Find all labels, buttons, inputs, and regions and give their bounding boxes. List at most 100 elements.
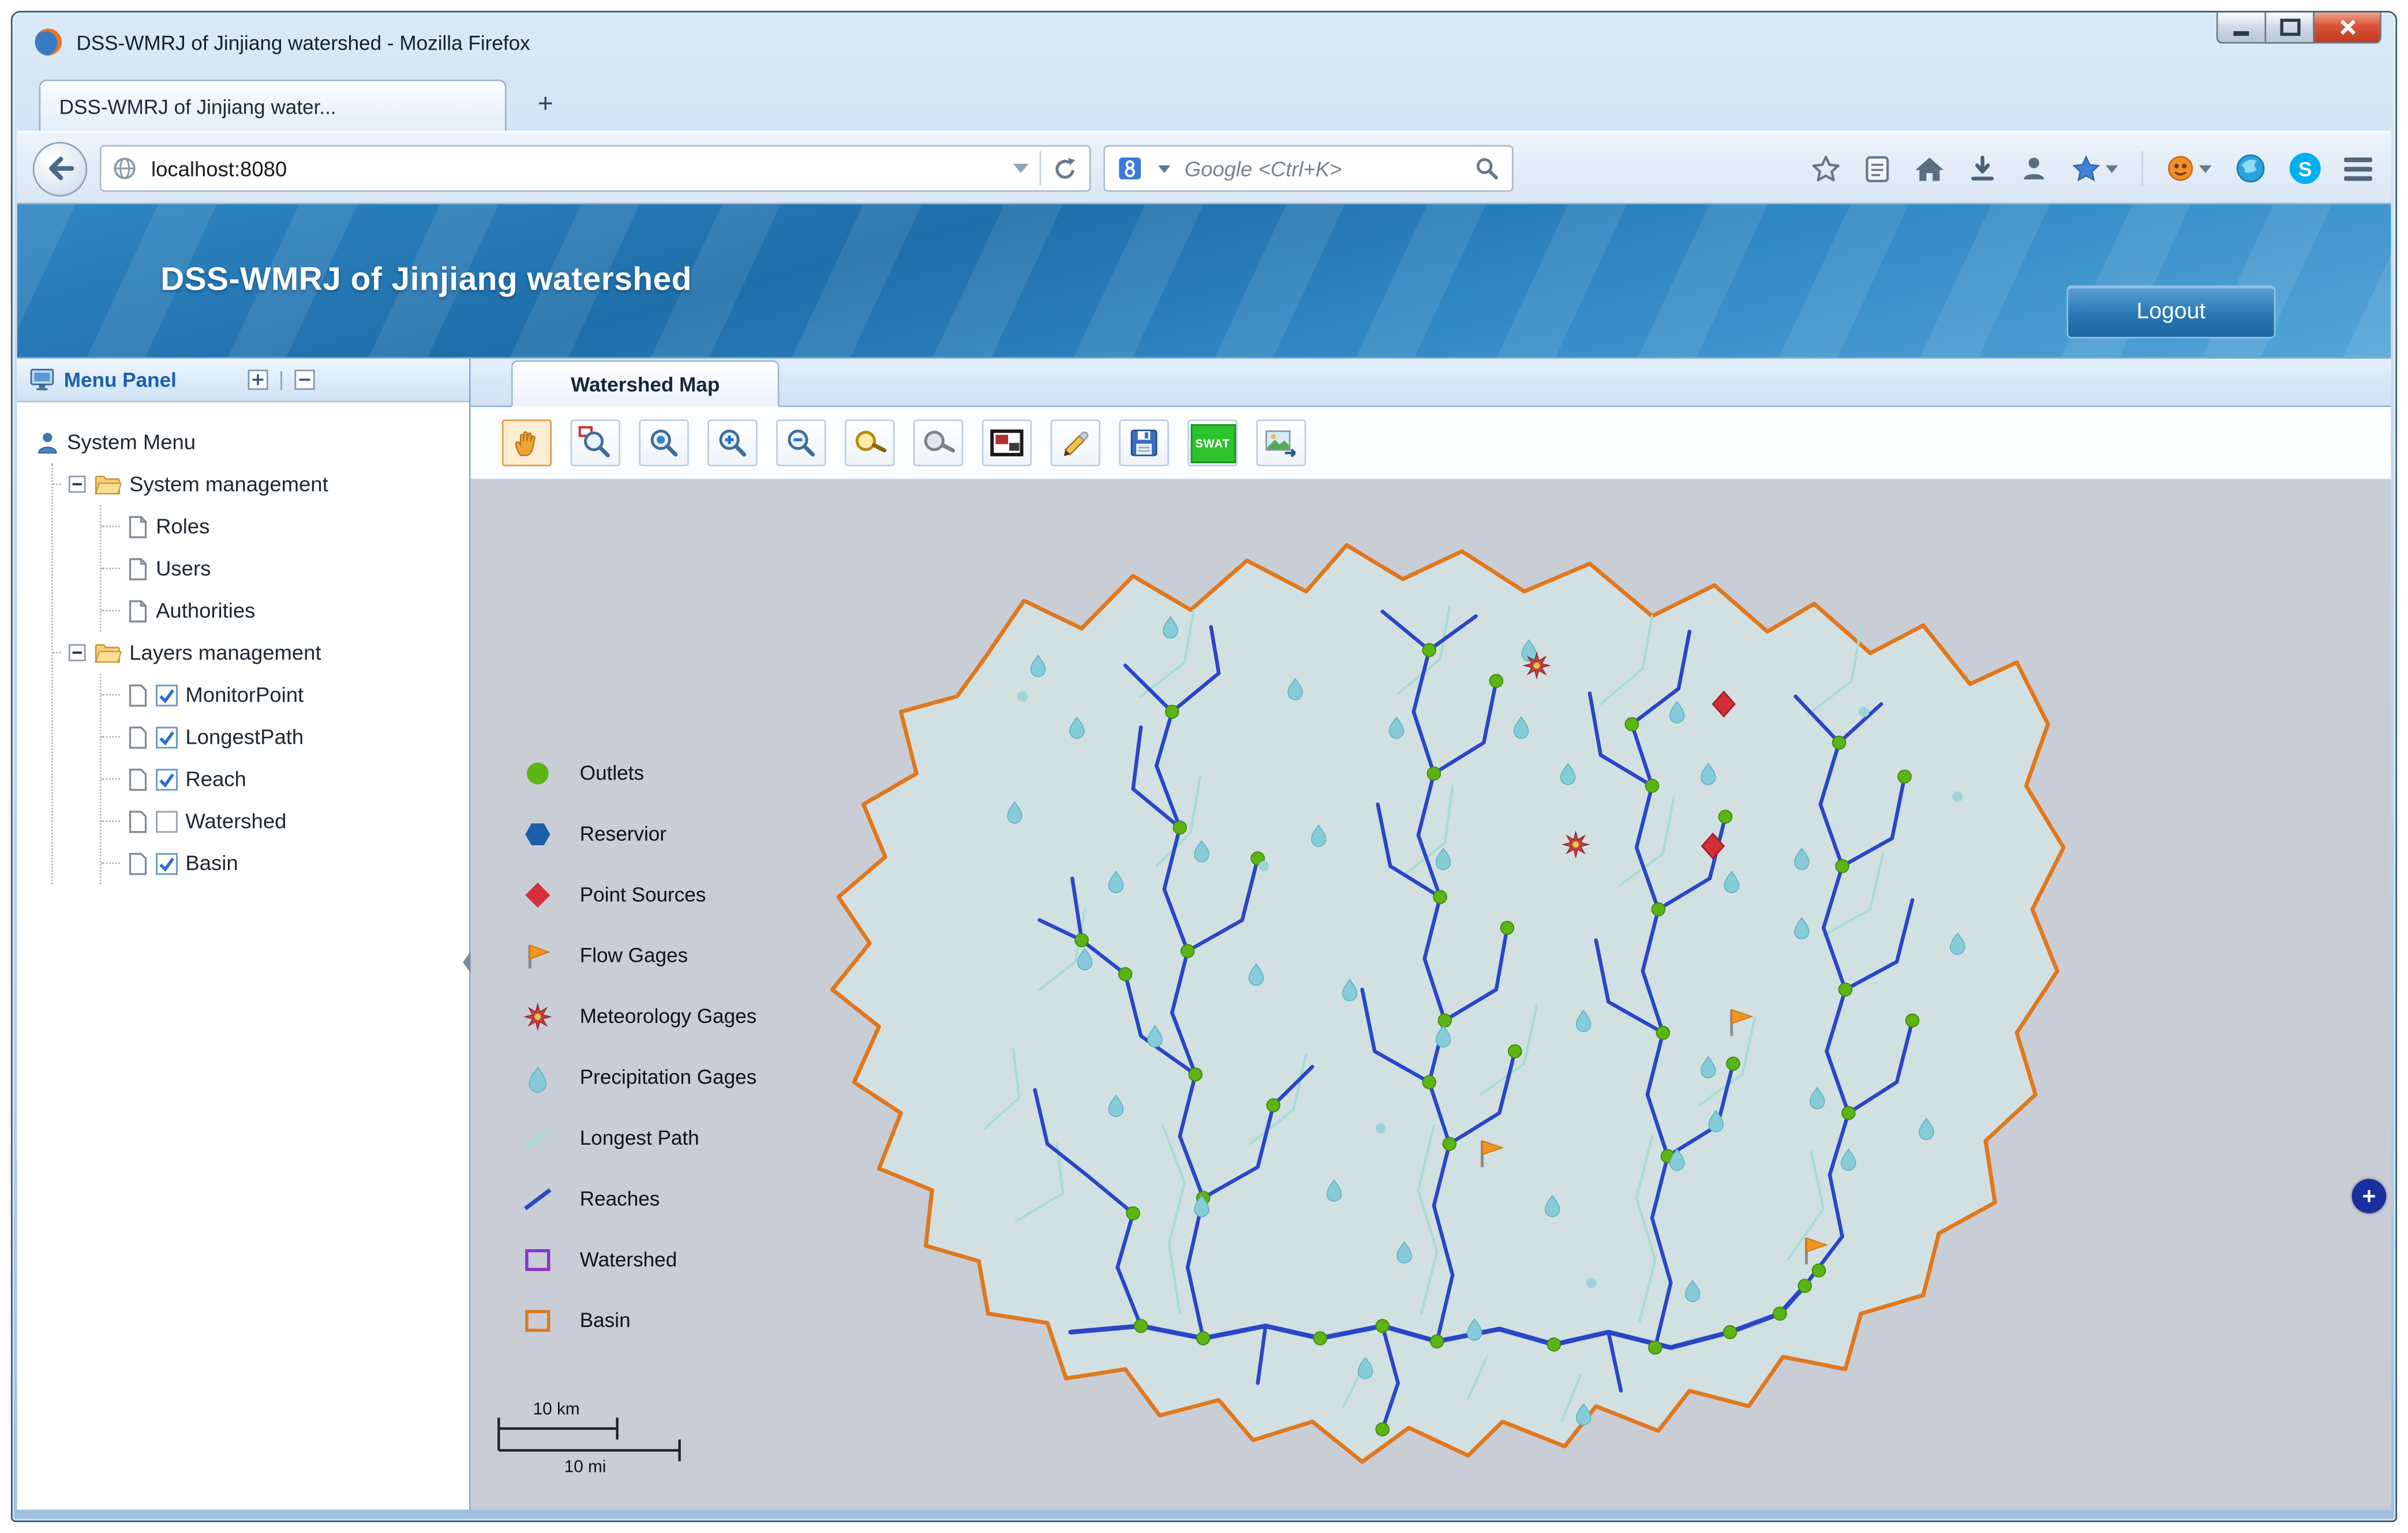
new-tab-button[interactable]: + <box>522 87 569 120</box>
overview-map-button[interactable] <box>982 419 1032 466</box>
swat-button[interactable]: SWAT <box>1188 419 1237 466</box>
pan-hand-icon <box>511 428 542 459</box>
browser-tab[interactable]: DSS-WMRJ of Jinjiang water... <box>39 80 507 131</box>
tree-item-basin[interactable]: Basin <box>102 842 469 884</box>
export-image-button[interactable] <box>1256 419 1306 466</box>
bookmark-star-button[interactable] <box>1811 153 1841 183</box>
content-area: Menu Panel <box>17 357 2391 1509</box>
firefox-window: DSS-WMRJ of Jinjiang watershed - Mozilla… <box>11 11 2397 1522</box>
earth-addon-icon <box>2235 153 2266 184</box>
collapse-expander-icon[interactable] <box>69 475 86 493</box>
back-button[interactable] <box>33 141 88 196</box>
save-button[interactable] <box>1119 419 1169 466</box>
title-bar[interactable]: DSS-WMRJ of Jinjiang watershed - Mozilla… <box>17 13 2391 69</box>
legend-item-flow-gages: Flow Gages <box>518 925 892 985</box>
legend-item-reaches: Reaches <box>518 1168 892 1229</box>
urlbar-dropdown-icon[interactable] <box>1013 164 1029 173</box>
map-canvas[interactable]: Outlets Reservior Point Sources Flow Gag… <box>471 481 2391 1510</box>
account-button[interactable] <box>2020 155 2048 183</box>
svg-text:10 km: 10 km <box>533 1400 580 1419</box>
tree-item-users[interactable]: Users <box>102 548 469 590</box>
menu-panel-header: Menu Panel <box>17 359 469 403</box>
home-button[interactable] <box>1914 155 1945 183</box>
tree-item-layers-management[interactable]: Layers management <box>53 632 469 674</box>
layer-checkbox-unchecked[interactable] <box>156 810 178 832</box>
pan-tool-button[interactable] <box>502 419 552 466</box>
firefox-icon <box>33 27 64 58</box>
map-legend: Outlets Reservior Point Sources Flow Gag… <box>518 743 892 1351</box>
legend-item-precipitation-gages: Precipitation Gages <box>518 1047 892 1107</box>
back-icon <box>44 155 76 183</box>
maximize-icon <box>2279 18 2300 36</box>
layer-checkbox-checked[interactable] <box>156 768 178 790</box>
google-icon <box>1118 156 1143 181</box>
page-icon <box>128 514 148 539</box>
tree-item-monitorpoint[interactable]: MonitorPoint <box>102 674 469 716</box>
url-input[interactable] <box>148 155 1002 182</box>
legend-item-meteorology-gages: Meteorology Gages <box>518 985 892 1046</box>
tree-item-system-management[interactable]: System management <box>53 463 469 505</box>
menu-panel-title: Menu Panel <box>64 368 177 392</box>
urlbar-divider <box>1040 151 1042 185</box>
page-icon <box>128 556 148 581</box>
tree-item-authorities[interactable]: Authorities <box>102 590 469 632</box>
minimize-button[interactable] <box>2216 13 2266 44</box>
watershed-symbol-icon <box>518 1244 558 1275</box>
menu-icon[interactable] <box>2344 157 2372 181</box>
collapse-all-icon[interactable] <box>295 370 315 390</box>
page-icon <box>128 766 148 791</box>
addon-dropdown-icon <box>2199 164 2212 173</box>
zoom-in-button[interactable] <box>707 419 757 466</box>
layer-checkbox-checked[interactable] <box>156 852 178 874</box>
zoom-extent-icon <box>647 426 681 460</box>
tree-item-longestpath[interactable]: LongestPath <box>102 716 469 758</box>
measure-tool-button[interactable] <box>1050 419 1100 466</box>
search-icon[interactable] <box>1474 156 1499 181</box>
search-engine-dropdown-icon[interactable] <box>1158 164 1171 173</box>
search-bar[interactable] <box>1103 145 1513 192</box>
identify-tool-button[interactable] <box>913 419 963 466</box>
monitor-icon <box>29 368 54 392</box>
precipitation-symbol-icon <box>518 1061 558 1092</box>
logout-button[interactable]: Logout <box>2066 286 2275 339</box>
home-icon <box>1914 155 1945 183</box>
tree-item-roles[interactable]: Roles <box>102 505 469 548</box>
folder-icon <box>93 641 122 665</box>
url-bar[interactable] <box>100 145 1091 192</box>
addon-button[interactable] <box>2166 155 2211 183</box>
collapse-expander-icon[interactable] <box>69 644 86 661</box>
layer-checkbox-checked[interactable] <box>156 726 178 748</box>
earth-addon-button[interactable] <box>2235 153 2266 184</box>
zoom-extent-button[interactable] <box>639 419 688 466</box>
bookmarks-menu-button[interactable] <box>2072 153 2118 183</box>
layer-checkbox-checked[interactable] <box>156 684 178 706</box>
close-button[interactable] <box>2313 13 2381 44</box>
search-tool-button[interactable] <box>845 419 894 466</box>
panel-toggle-button[interactable]: + <box>2352 1179 2386 1213</box>
bookmarks-menu-dropdown-icon <box>2106 164 2118 173</box>
tree-item-watershed[interactable]: Watershed <box>102 800 469 842</box>
zoom-rectangle-button[interactable] <box>571 419 620 466</box>
window-title: DSS-WMRJ of Jinjiang watershed - Mozilla… <box>76 31 530 54</box>
tab-watershed-map[interactable]: Watershed Map <box>511 360 780 407</box>
reload-icon[interactable] <box>1052 155 1078 182</box>
downloads-button[interactable] <box>1968 155 1997 183</box>
main-tab-strip: Watershed Map <box>471 359 2391 407</box>
skype-icon[interactable]: S <box>2290 153 2321 184</box>
tree-item-system-menu[interactable]: System Menu <box>36 421 469 463</box>
gray-magnifier-icon <box>921 426 955 460</box>
expand-all-icon[interactable] <box>248 370 268 390</box>
zoom-out-button[interactable] <box>776 419 826 466</box>
system-menu-icon <box>36 430 59 455</box>
search-input[interactable] <box>1181 155 1463 182</box>
addon-icon <box>2166 155 2194 183</box>
gold-magnifier-icon <box>852 426 886 460</box>
bookmarks-sidebar-button[interactable] <box>1864 153 1890 183</box>
zoom-rectangle-icon <box>578 426 612 460</box>
app-title: DSS-WMRJ of Jinjiang watershed <box>160 262 692 299</box>
export-image-icon <box>1264 428 1298 459</box>
map-toolbar: SWAT <box>471 407 2391 480</box>
maximize-button[interactable] <box>2265 13 2315 44</box>
tree-item-reach[interactable]: Reach <box>102 758 469 800</box>
folder-icon <box>93 473 122 496</box>
